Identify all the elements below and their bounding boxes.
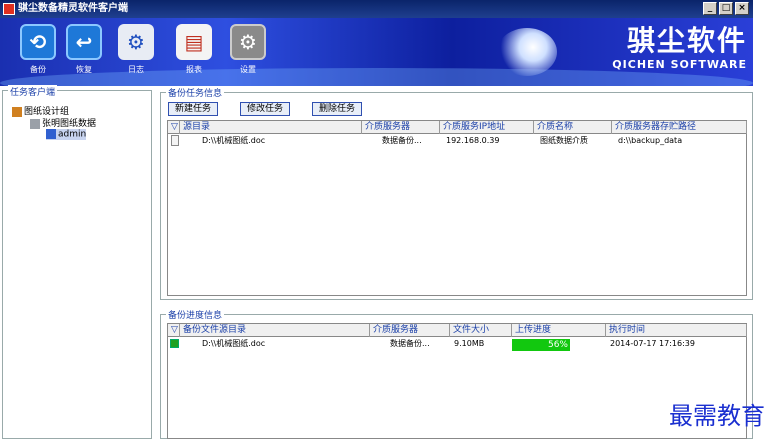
upload-progress-bar: 56% (512, 339, 570, 351)
progress-percent: 56% (547, 340, 568, 350)
maximize-button[interactable]: □ (719, 2, 733, 15)
restore-button[interactable]: ↩ 恢复 (66, 24, 102, 84)
group-icon (12, 106, 22, 117)
computer-icon (30, 118, 40, 129)
backup-button[interactable]: ⟲ 备份 (20, 24, 56, 84)
restore-icon: ↩ (66, 24, 102, 60)
new-task-button[interactable]: 新建任务 (168, 102, 219, 116)
horse-logo-icon (497, 28, 557, 76)
progress-table: ▽ 备份文件源目录 介质服务器 文件大小 上传进度 执行时间 D:\\机械图纸.… (167, 323, 747, 439)
progress-table-header: ▽ 备份文件源目录 介质服务器 文件大小 上传进度 执行时间 (168, 324, 747, 337)
settings-button[interactable]: ⚙ 设置 (230, 24, 266, 84)
sort-icon: ▽ (168, 121, 180, 134)
col-source[interactable]: 源目录 (180, 121, 362, 134)
tree-node-user[interactable]: admin (46, 129, 87, 140)
col-progress[interactable]: 上传进度 (512, 324, 606, 337)
col-ip[interactable]: 介质服务IP地址 (440, 121, 534, 134)
col-backup-source[interactable]: 备份文件源目录 (180, 324, 370, 337)
task-info-title: 备份任务信息 (166, 86, 225, 99)
minimize-button[interactable]: _ (703, 2, 717, 15)
log-button[interactable]: ⚙ 日志 (118, 24, 154, 84)
task-client-panel (2, 90, 152, 439)
report-icon: ▤ (176, 24, 212, 60)
task-source: D:\\机械图纸.doc (202, 136, 266, 145)
edit-task-button[interactable]: 修改任务 (240, 102, 291, 116)
toolbar: ⟲ 备份 ↩ 恢复 ⚙ 日志 ▤ 报表 ⚙ 设置 骐尘软件 QICHEN SOF… (0, 18, 753, 86)
restore-label: 恢复 (76, 65, 92, 74)
col-path[interactable]: 介质服务器存贮路径 (612, 121, 747, 134)
backup-label: 备份 (30, 65, 46, 74)
report-label: 报表 (186, 65, 202, 74)
progress-server: 数据备份... (390, 339, 430, 348)
task-media: 图纸数据介质 (540, 136, 588, 145)
task-server: 数据备份... (382, 136, 422, 145)
task-ip: 192.168.0.39 (446, 136, 500, 145)
col-size[interactable]: 文件大小 (450, 324, 512, 337)
close-button[interactable]: × (735, 2, 749, 15)
delete-task-button[interactable]: 删除任务 (312, 102, 363, 116)
app-icon (3, 3, 15, 15)
brand-logo: 骐尘软件 QICHEN SOFTWARE (487, 24, 747, 80)
user-icon (46, 129, 56, 139)
backup-icon: ⟲ (20, 24, 56, 60)
settings-icon: ⚙ (230, 24, 266, 60)
col-server[interactable]: 介质服务器 (362, 121, 440, 134)
task-table: ▽ 源目录 介质服务器 介质服务IP地址 介质名称 介质服务器存贮路径 D:\\… (167, 120, 747, 296)
task-table-header: ▽ 源目录 介质服务器 介质服务IP地址 介质名称 介质服务器存贮路径 (168, 121, 747, 134)
progress-size: 9.10MB (454, 339, 485, 348)
col-backup-server[interactable]: 介质服务器 (370, 324, 450, 337)
tree-label: admin (58, 129, 87, 140)
window-title: 骐尘数备精灵软件客户端 (18, 3, 128, 14)
log-label: 日志 (128, 65, 144, 74)
file-icon (171, 135, 179, 146)
col-time[interactable]: 执行时间 (606, 324, 747, 337)
task-path: d:\\backup_data (618, 136, 683, 145)
progress-title: 备份进度信息 (166, 308, 225, 321)
settings-label: 设置 (240, 65, 256, 74)
report-button[interactable]: ▤ 报表 (176, 24, 212, 84)
tree-label: 张明图纸数据 (42, 119, 97, 129)
log-icon: ⚙ (118, 24, 154, 60)
watermark: 最需教育 (669, 402, 765, 430)
tree-node-client[interactable]: 张明图纸数据 (30, 116, 96, 129)
task-client-title: 任务客户端 (8, 85, 58, 98)
progress-time: 2014-07-17 17:16:39 (610, 339, 695, 348)
upload-icon (170, 339, 179, 348)
sort-icon: ▽ (168, 324, 180, 337)
progress-source: D:\\机械图纸.doc (202, 339, 266, 348)
col-media[interactable]: 介质名称 (534, 121, 612, 134)
title-bar: 骐尘数备精灵软件客户端 _ □ × (0, 0, 753, 18)
